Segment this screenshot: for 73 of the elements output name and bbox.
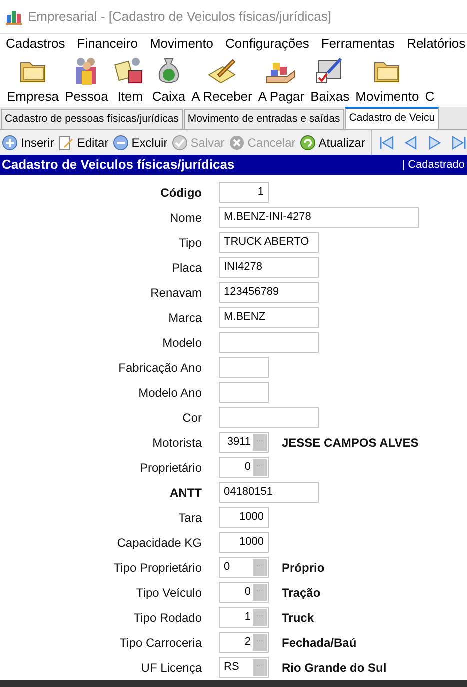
text-field[interactable]: TRUCK ABERTO — [219, 232, 319, 253]
text-field[interactable]: 123456789 — [219, 282, 319, 303]
text-field[interactable] — [219, 357, 269, 378]
toolbar-button[interactable]: Pessoa — [64, 54, 110, 106]
toolbar-button[interactable]: Movimento — [354, 54, 420, 106]
toolbar-button[interactable]: Empresa — [6, 54, 60, 106]
toolbar-button[interactable]: Baixas — [310, 54, 351, 106]
status-text: | Cadastrado — [402, 158, 465, 173]
text-field[interactable] — [219, 332, 319, 353]
first-record-icon[interactable] — [378, 134, 396, 152]
field-label: Fabricação Ano — [118, 360, 202, 374]
minus-icon — [112, 134, 129, 150]
field-label: Tipo — [179, 236, 202, 250]
text-field[interactable]: 04180151 — [219, 482, 319, 503]
field-label: UF Licença — [141, 660, 202, 674]
app-icon — [6, 8, 22, 24]
toolbar-button[interactable]: Caixa — [151, 54, 187, 106]
description-text: Tração — [282, 584, 321, 602]
text-field[interactable]: 1 — [219, 182, 269, 203]
field-label: Capacidade KG — [117, 536, 202, 550]
text-field[interactable]: M.BENZ-INI-4278 — [219, 207, 419, 228]
menu-item[interactable]: Financeiro — [77, 34, 138, 54]
tab[interactable]: Cadastro de Veicu — [345, 107, 440, 129]
last-record-icon[interactable] — [450, 134, 467, 152]
description-text: Rio Grande do Sul — [282, 660, 387, 676]
field-label: Tipo Proprietário — [114, 560, 202, 574]
description-text: Próprio — [282, 560, 325, 576]
description-text: Fechada/Baú — [282, 634, 357, 652]
field-label: Tipo Rodado — [134, 610, 202, 624]
field-label: Renavam — [150, 286, 202, 300]
field-label: Marca — [168, 310, 202, 324]
field-label: Placa — [172, 260, 202, 274]
field-label: Modelo Ano — [138, 386, 202, 400]
description-text: Truck — [282, 610, 314, 626]
menu-item[interactable]: Cadastros — [6, 34, 66, 54]
field-label: Proprietário — [140, 460, 202, 474]
toolbar-button[interactable]: A Receber — [190, 54, 254, 106]
text-field[interactable]: 1000 — [219, 532, 269, 553]
action-button[interactable]: Editar — [58, 134, 109, 152]
cancel-icon — [228, 134, 245, 150]
form-title: Cadastro de Veiculos físicas/jurídicas — [2, 156, 235, 174]
field-label: Código — [160, 186, 202, 200]
check-icon — [172, 134, 188, 150]
tab[interactable]: Movimento de entradas e saídas — [184, 109, 344, 129]
text-field[interactable]: 1000 — [219, 507, 269, 528]
field-label: Modelo — [162, 336, 202, 350]
menu-item[interactable]: Configurações — [226, 34, 310, 54]
description-text: JESSE CAMPOS ALVES — [282, 434, 419, 452]
window-title: Empresarial - [Cadastro de Veiculos físicas/jurídicas] — [28, 8, 332, 26]
field-label: Cor — [182, 410, 202, 424]
menu-item[interactable]: Ferramentas — [321, 34, 396, 54]
toolbar-button[interactable]: A Pagar — [257, 54, 306, 106]
field-label: Nome — [170, 210, 202, 224]
refresh-icon — [300, 134, 316, 150]
field-label: ANTT — [170, 486, 202, 500]
action-button[interactable]: Excluir — [112, 134, 168, 152]
action-button[interactable]: Inserir — [2, 134, 54, 152]
menu-item[interactable]: Movimento — [150, 34, 214, 54]
text-field[interactable] — [219, 382, 269, 403]
edit-icon — [58, 134, 74, 150]
tab[interactable]: Cadastro de pessoas físicas/jurídicas — [1, 109, 183, 129]
field-label: Motorista — [152, 436, 202, 450]
text-field[interactable] — [219, 407, 319, 428]
action-button[interactable]: Atualizar — [300, 134, 366, 152]
field-label: Tipo Veículo — [136, 586, 202, 600]
text-field[interactable]: INI4278 — [219, 257, 319, 278]
text-field[interactable]: M.BENZ — [219, 307, 319, 328]
toolbar-button[interactable]: Item — [113, 54, 148, 106]
field-label: Tara — [178, 510, 202, 524]
plus-icon — [2, 134, 18, 150]
field-label: Tipo Carroceria — [120, 636, 202, 650]
toolbar-button[interactable]: C — [424, 54, 436, 106]
menu-item[interactable]: Relatórios — [407, 34, 466, 54]
